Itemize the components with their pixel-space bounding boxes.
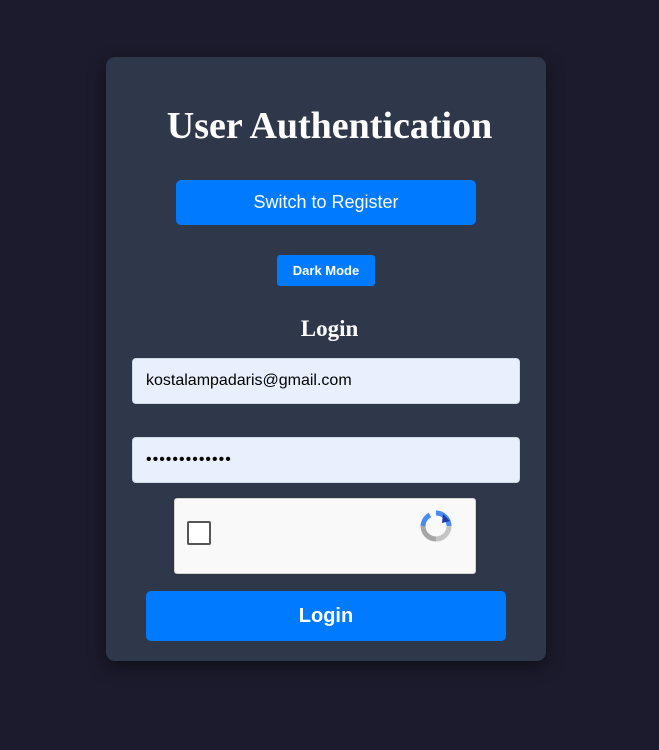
recaptcha-widget: [174, 498, 476, 574]
password-field[interactable]: [132, 437, 520, 483]
login-form-title: Login: [300, 316, 359, 341]
auth-page: User Authentication Switch to Register D…: [0, 0, 659, 750]
recaptcha-checkbox[interactable]: [187, 521, 211, 545]
login-submit-button[interactable]: Login: [146, 591, 506, 641]
switch-to-register-button[interactable]: Switch to Register: [176, 180, 476, 225]
recaptcha-logo-icon: [420, 510, 452, 542]
email-field[interactable]: [132, 358, 520, 404]
dark-mode-toggle-button[interactable]: Dark Mode: [277, 255, 375, 286]
page-title: User Authentication: [166, 105, 493, 147]
